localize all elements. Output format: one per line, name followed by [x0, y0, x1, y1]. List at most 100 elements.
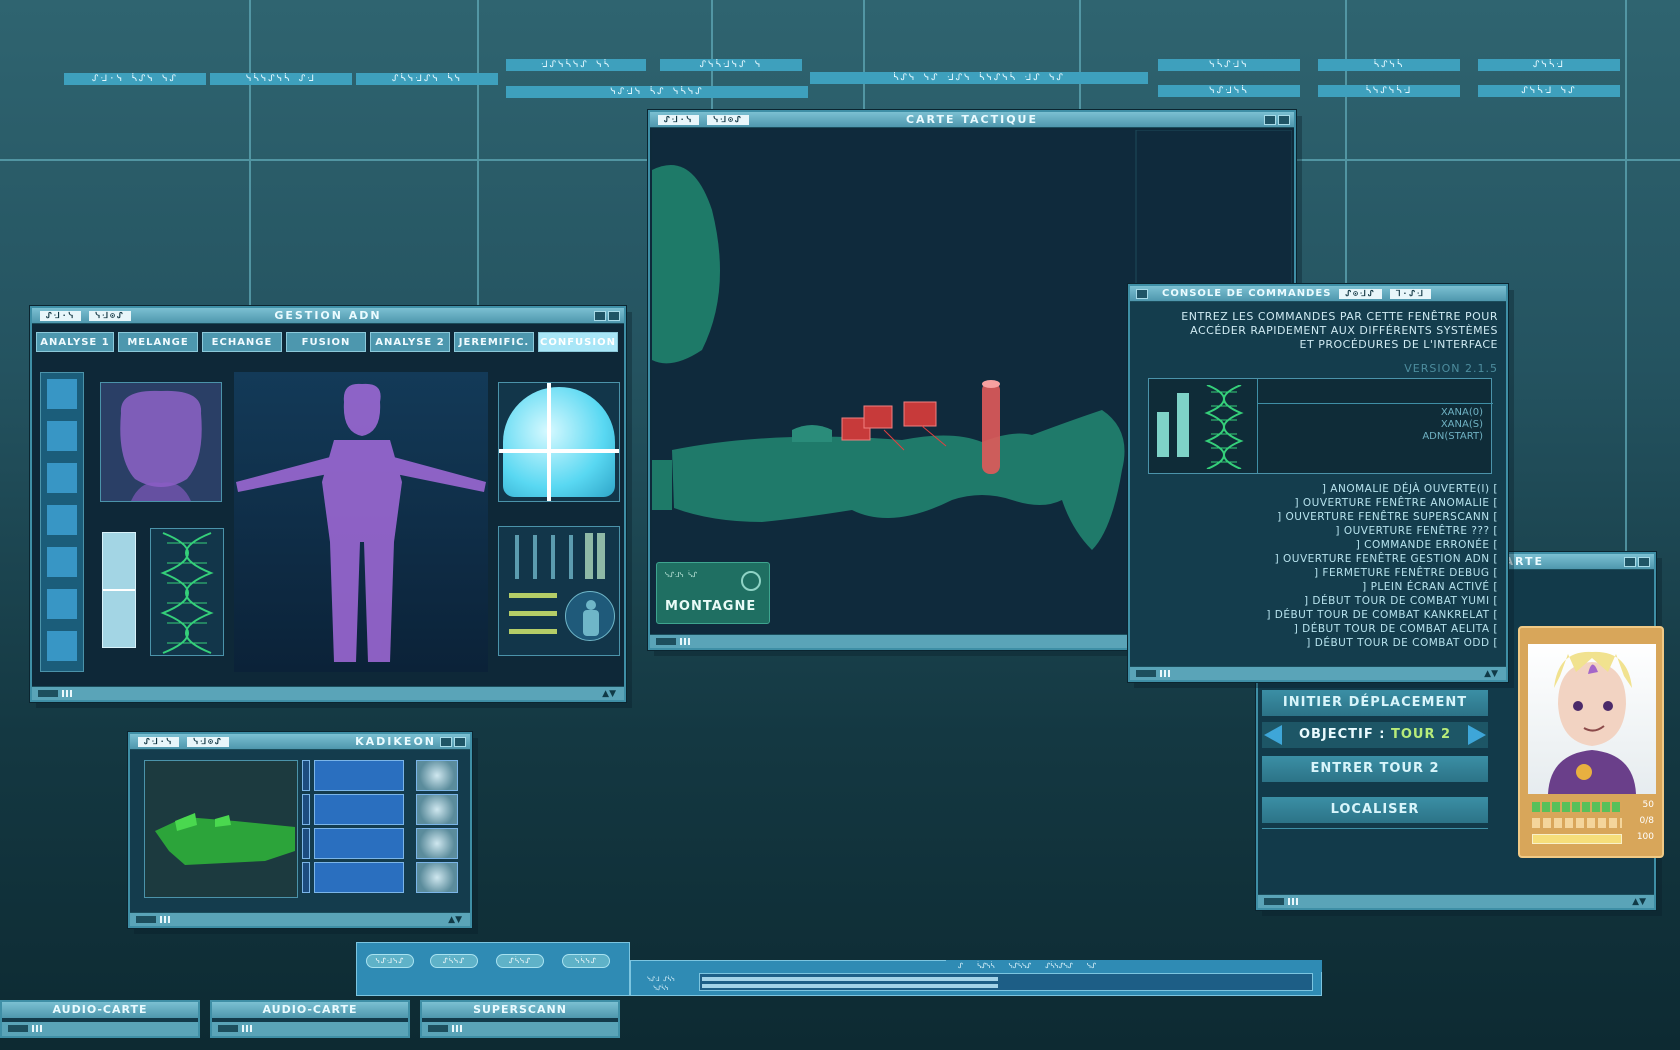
objective-label: OBJECTIF : [1298, 727, 1391, 742]
dna-helix-icon [1204, 385, 1244, 469]
list-item[interactable] [314, 828, 404, 859]
tab-fusion[interactable]: FUSION [286, 332, 366, 352]
tab-analyse-1[interactable]: ANALYSE 1 [36, 332, 114, 352]
minimize-button[interactable] [1624, 557, 1636, 567]
kadikeon-3d-view[interactable] [144, 760, 298, 898]
tab-echange[interactable]: ECHANGE [202, 332, 282, 352]
tab-analyse-2[interactable]: ANALYSE 2 [370, 332, 450, 352]
console-statusbar: ▲▼ [1130, 666, 1506, 680]
tab-statusbar [212, 1022, 408, 1036]
character-card[interactable]: 50 0/8 100 [1518, 626, 1664, 858]
toolbar-pill-button[interactable]: ᔑᓵᓭᔑ [430, 954, 478, 968]
dna-line: ADN(START) [1422, 431, 1483, 442]
window-glyph: ᓭᒲ⊙ᔑ [89, 310, 131, 321]
toolbar-pill-button[interactable]: ᔑᓵᓭᔑ [496, 954, 544, 968]
close-button[interactable] [1278, 115, 1290, 125]
kadikeon-titlebar[interactable]: ᔑᒲ·ᓭ ᓭᒲ⊙ᔑ KADIKEON [130, 734, 470, 750]
toolbar-pill-button[interactable]: ᓭᓵᓭᔑ [562, 954, 610, 968]
header-label: ᔑᓭᓵᒲ ᓭᔑ [1478, 85, 1620, 97]
spiral-icon [741, 571, 761, 591]
console-log-line: ] COMMANDE ERRONÉE [ [1355, 539, 1498, 551]
console-titlebar[interactable]: CONSOLE DE COMMANDES ᔑ⊙ᒲᔑ ᒣ·ᔑᒲ [1130, 286, 1506, 302]
tab-statusbar [422, 1022, 618, 1036]
audio-carte-tab[interactable]: AUDIO-CARTE [0, 1000, 200, 1038]
console-intro-line: ET PROCÉDURES DE L'INTERFACE [1299, 338, 1498, 351]
list-thumbnail[interactable] [416, 760, 458, 791]
progress-side-label: ᓭᔑᒲ ᔑᓵᓭ ᓭᔑᓵᓭ [633, 975, 689, 995]
objective-value: TOUR 2 [1391, 727, 1452, 742]
arrow-right-icon[interactable] [1468, 725, 1486, 745]
header-label: ᓭᔑᒲᓭ ᓵᔑ ᓭᓵᓭᔑ [506, 86, 808, 98]
progress-fill [702, 977, 998, 981]
window-glyph: ᒣ·ᔑᒲ [1389, 288, 1431, 299]
list-thumbnail[interactable] [416, 828, 458, 859]
progress-track [699, 973, 1313, 991]
sphere-icon [503, 387, 615, 497]
close-button[interactable] [608, 311, 620, 321]
header-label: ᓵᔑᓭ ᓭᔑ ᒲᔑᓭ ᓵᓭᔑᓭᓵ ᒲᔑ ᓭᔑ [810, 72, 1148, 84]
list-item[interactable] [314, 760, 404, 791]
minimize-button[interactable] [440, 737, 452, 747]
character-portrait [1528, 644, 1656, 794]
toolbar-pill-button[interactable]: ᓭᔑᒲᓭᔑ [366, 954, 414, 968]
window-glyph: ᔑᒲ·ᓭ [138, 736, 180, 747]
odd-avatar-icon [1548, 651, 1636, 794]
console-log-line: ] OUVERTURE FENÊTRE SUPERSCANN [ [1277, 511, 1498, 523]
terrain-model-icon [155, 813, 295, 865]
carte-titlebar[interactable]: ᔑᒲ·ᓭ ᓭᒲ⊙ᔑ CARTE TACTIQUE [650, 112, 1294, 128]
dna-line: XANA(S) [1440, 419, 1483, 430]
header-label: ᓵᓭᔑᓭᓵᒲ [1318, 85, 1460, 97]
tab-confusion[interactable]: CONFUSION [538, 332, 618, 352]
localiser-button[interactable]: LOCALISER [1262, 797, 1488, 823]
arrow-left-icon[interactable] [1264, 725, 1282, 745]
body-hologram-icon [236, 383, 486, 662]
console-log: ] ANOMALIE DÉJÀ OUVERTE(I) [ ] OUVERTURE… [1266, 482, 1498, 650]
console-window[interactable]: CONSOLE DE COMMANDES ᔑ⊙ᒲᔑ ᒣ·ᔑᒲ ENTREZ LE… [1128, 284, 1508, 682]
head-hologram-icon [120, 390, 202, 501]
body-hologram-panel [234, 372, 488, 672]
header-label: ᓭᔑᒲᓭᓵ [1158, 85, 1300, 97]
ammo-value: 0/8 [1639, 816, 1654, 826]
tab-jeremific[interactable]: JEREMIFIC. [454, 332, 534, 352]
objective-selector[interactable]: OBJECTIF : TOUR 2 [1262, 722, 1488, 748]
progress-header-label: ᓵᔑᓭᓵ [976, 962, 995, 970]
head-scan-panel [100, 382, 222, 502]
list-indicator [302, 828, 310, 859]
level-bar [1157, 393, 1169, 457]
minimize-button[interactable] [1264, 115, 1276, 125]
tab-melange[interactable]: MELANGE [118, 332, 198, 352]
progress-header-label: ᔑᓵᓭᔑᓭᔑ [1045, 962, 1073, 970]
header-label: ᒲᔑᓭᓵᓭᔑ ᓭᓵ [506, 59, 646, 71]
list-indicator [302, 760, 310, 791]
tab-title: AUDIO-CARTE [212, 1002, 408, 1018]
kadikeon-window[interactable]: ᔑᒲ·ᓭ ᓭᒲ⊙ᔑ KADIKEON ▲▼ [128, 732, 472, 928]
console-log-line: ] OUVERTURE FENÊTRE ??? [ [1335, 525, 1498, 537]
list-indicator [302, 862, 310, 893]
list-item[interactable] [314, 862, 404, 893]
list-item[interactable] [314, 794, 404, 825]
console-log-line: ] DÉBUT TOUR DE COMBAT AELITA [ [1293, 623, 1498, 635]
superscann-tab[interactable]: SUPERSCANN [420, 1000, 620, 1038]
list-thumbnail[interactable] [416, 794, 458, 825]
close-button[interactable] [1638, 557, 1650, 567]
console-log-line: ] FERMETURE FENÊTRE DEBUG [ [1314, 567, 1498, 579]
progress-header-label: ᓭᔑᓵᓭᔑ [1008, 962, 1032, 970]
scan-level-bar [102, 532, 136, 648]
list-thumbnail[interactable] [416, 862, 458, 893]
progress-side-line: ᓭᔑᒲ ᔑᓵᓭ [647, 976, 675, 983]
level-bar [1177, 393, 1189, 457]
adn-titlebar[interactable]: ᔑᒲ·ᓭ ᓭᒲ⊙ᔑ GESTION ADN [32, 308, 624, 324]
entrer-tour-button[interactable]: ENTRER TOUR 2 [1262, 756, 1488, 782]
minimize-button[interactable] [594, 311, 606, 321]
audio-carte-tab[interactable]: AUDIO-CARTE [210, 1000, 410, 1038]
ammo-bar [1532, 818, 1622, 828]
sector-name: MONTAGNE [665, 599, 757, 614]
window-glyph: ᔑᒲ·ᓭ [40, 310, 82, 321]
progress-fill [702, 984, 998, 988]
energy-bar [1532, 834, 1622, 844]
adn-tabs: ANALYSE 1 MELANGE ECHANGE FUSION ANALYSE… [36, 332, 618, 352]
adn-statusbar: ▲▼ [32, 686, 624, 700]
initier-deplacement-button[interactable]: INITIER DÉPLACEMENT [1262, 690, 1488, 716]
close-button[interactable] [454, 737, 466, 747]
gestion-adn-window[interactable]: ᔑᒲ·ᓭ ᓭᒲ⊙ᔑ GESTION ADN ANALYSE 1 MELANGE … [30, 306, 626, 702]
